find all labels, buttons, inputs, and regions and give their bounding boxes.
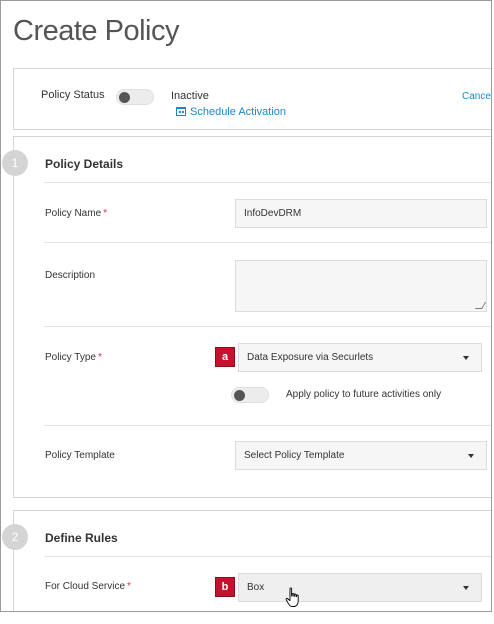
divider bbox=[44, 556, 491, 557]
policy-details-title: Policy Details bbox=[45, 157, 124, 171]
required-mark: * bbox=[103, 208, 108, 219]
resize-handle-icon[interactable] bbox=[474, 302, 487, 309]
cloud-service-value: Box bbox=[247, 582, 265, 593]
policy-status-toggle[interactable] bbox=[116, 89, 154, 105]
cloud-service-label: For Cloud Service * bbox=[45, 581, 131, 592]
toggle-knob bbox=[234, 390, 245, 401]
define-rules-section: Define Rules For Cloud Service * b Box bbox=[13, 510, 491, 611]
policy-name-label-text: Policy Name bbox=[45, 208, 102, 219]
schedule-activation-link[interactable]: Schedule Activation bbox=[176, 106, 286, 118]
future-activities-toggle[interactable] bbox=[231, 387, 269, 403]
policy-status-panel: Policy Status Inactive Schedule Activati… bbox=[13, 68, 491, 130]
step-number-1: 1 bbox=[2, 150, 28, 176]
future-activities-label: Apply policy to future activities only bbox=[286, 389, 442, 400]
description-label: Description bbox=[45, 270, 96, 281]
divider bbox=[44, 326, 491, 327]
policy-name-input[interactable]: InfoDevDRM bbox=[235, 199, 487, 228]
policy-type-select[interactable]: Data Exposure via Securlets bbox=[238, 343, 482, 372]
divider bbox=[44, 425, 491, 426]
create-policy-window: Create Policy Policy Status Inactive Sch… bbox=[0, 0, 492, 612]
policy-type-value: Data Exposure via Securlets bbox=[247, 352, 374, 363]
step-number-2: 2 bbox=[2, 524, 28, 550]
description-textarea[interactable] bbox=[235, 260, 487, 312]
chevron-down-icon bbox=[468, 453, 474, 458]
chevron-down-icon bbox=[463, 355, 469, 360]
policy-name-label: Policy Name * bbox=[45, 208, 107, 219]
policy-status-state: Inactive bbox=[171, 90, 209, 102]
cancel-link[interactable]: Cancel bbox=[462, 91, 491, 102]
define-rules-title: Define Rules bbox=[45, 531, 118, 545]
divider bbox=[44, 182, 491, 183]
required-mark: * bbox=[97, 352, 102, 363]
policy-template-value: Select Policy Template bbox=[244, 450, 345, 461]
callout-badge-a: a bbox=[215, 347, 235, 367]
policy-details-section: Policy Details Policy Name * InfoDevDRM D… bbox=[13, 136, 491, 498]
policy-template-label: Policy Template bbox=[45, 450, 115, 461]
required-mark: * bbox=[127, 581, 131, 592]
page-title: Create Policy bbox=[13, 15, 179, 47]
divider bbox=[44, 242, 491, 243]
policy-template-select[interactable]: Select Policy Template bbox=[235, 441, 487, 470]
policy-status-label: Policy Status bbox=[41, 89, 105, 101]
callout-badge-b: b bbox=[215, 577, 235, 597]
cloud-service-select[interactable]: Box bbox=[238, 573, 482, 602]
hand-pointer-cursor-icon bbox=[285, 587, 299, 607]
policy-type-label: Policy Type * bbox=[45, 352, 102, 363]
calendar-icon bbox=[176, 107, 186, 116]
policy-name-value: InfoDevDRM bbox=[244, 208, 302, 219]
cloud-service-label-text: For Cloud Service bbox=[45, 581, 126, 592]
toggle-knob bbox=[119, 92, 130, 103]
schedule-activation-label: Schedule Activation bbox=[190, 106, 287, 118]
chevron-down-icon bbox=[463, 585, 469, 590]
policy-type-label-text: Policy Type bbox=[45, 352, 96, 363]
